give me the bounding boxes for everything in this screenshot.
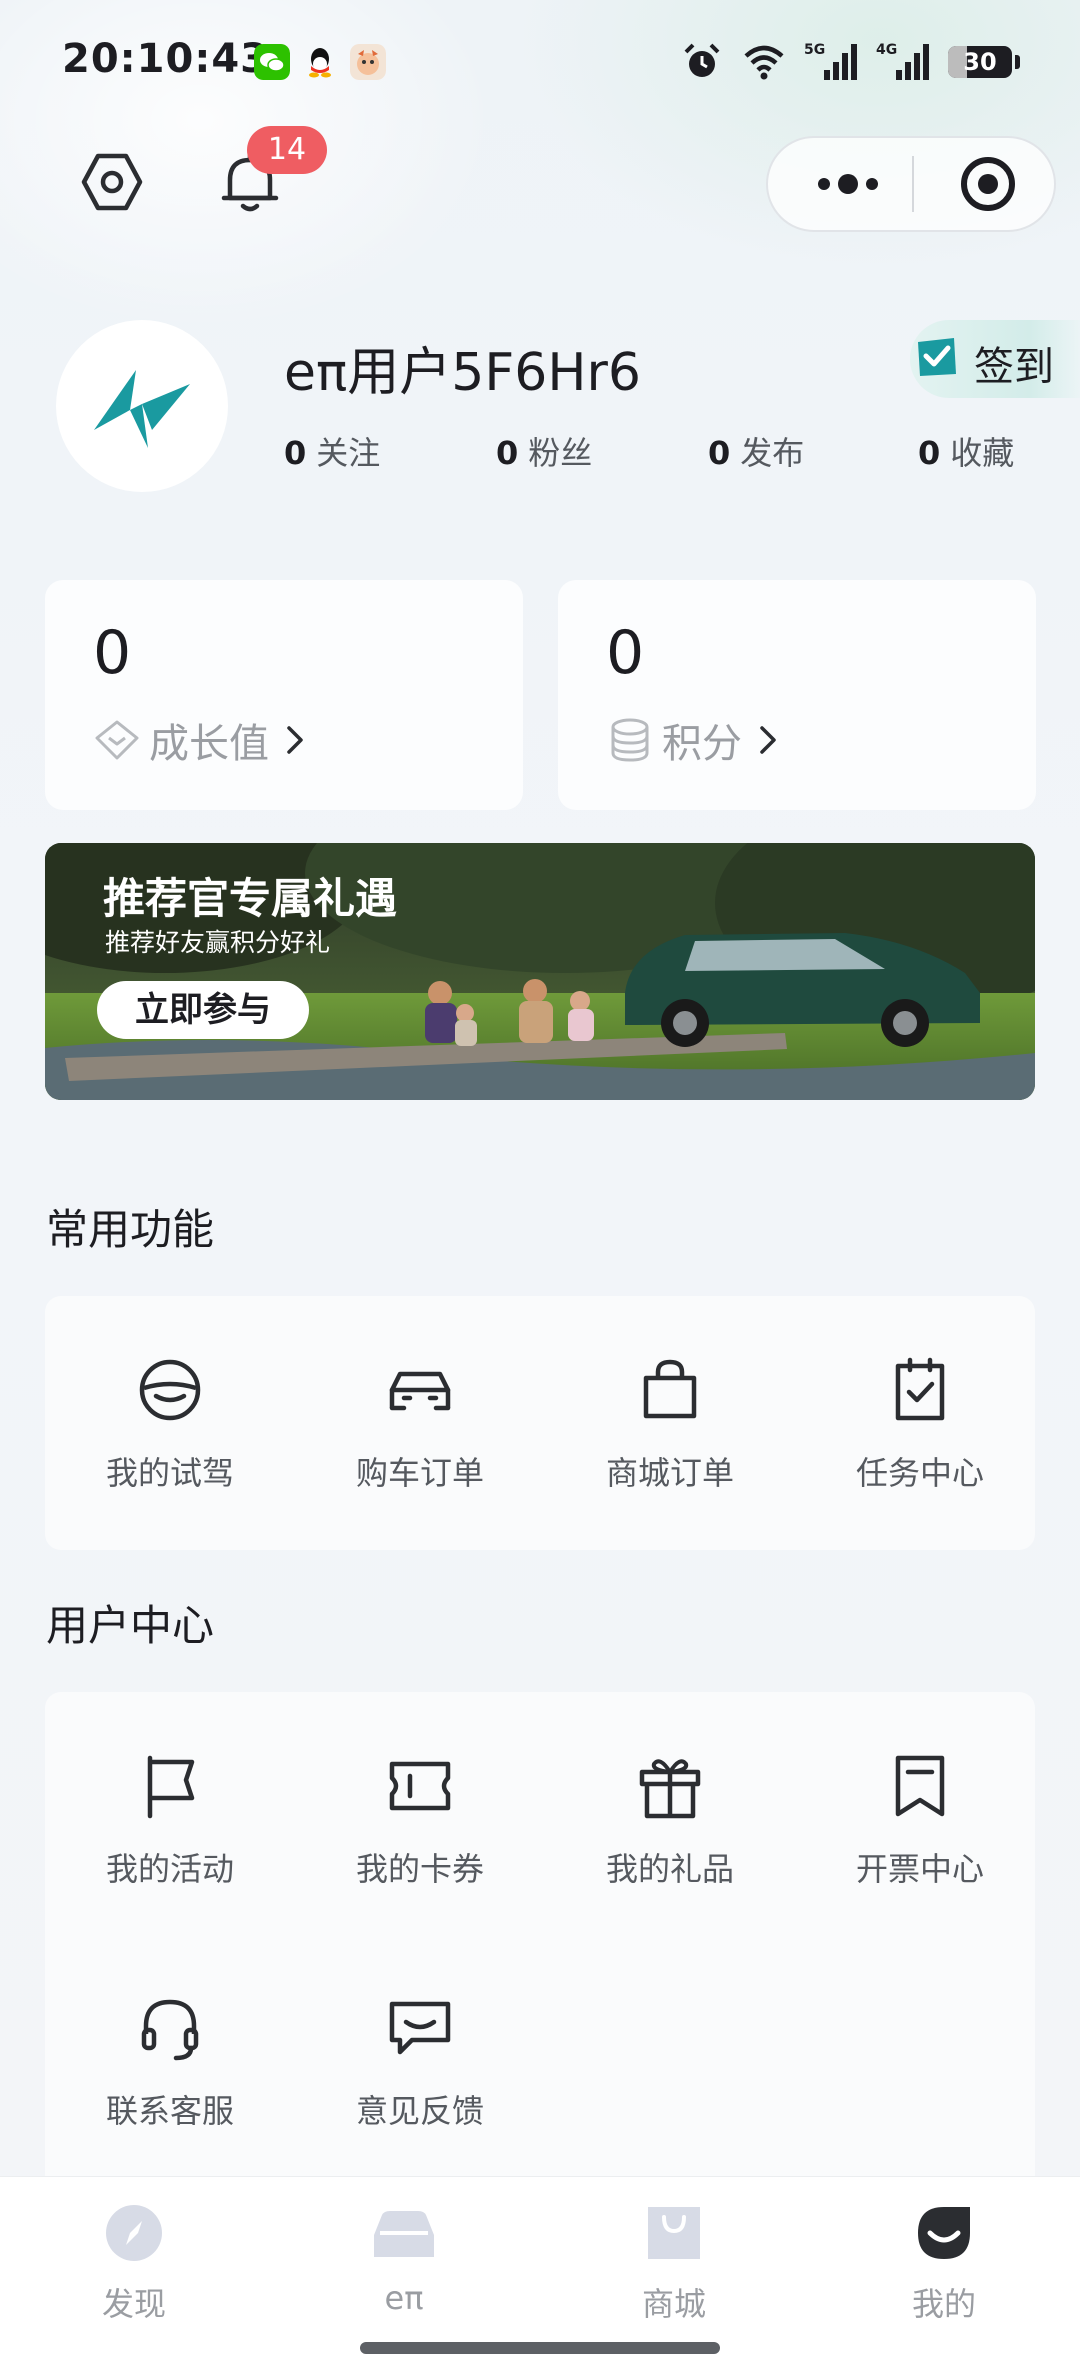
car-orders-item[interactable]: 购车订单	[295, 1354, 545, 1534]
wifi-icon	[744, 45, 784, 80]
mall-orders-item[interactable]: 商城订单	[545, 1354, 795, 1534]
flag-icon	[147, 1755, 195, 1819]
nav-discover[interactable]: 发现	[34, 2203, 234, 2343]
svg-text:5G: 5G	[804, 42, 825, 58]
shopping-bag-icon	[643, 1359, 697, 1419]
chevron-right-icon	[287, 726, 303, 754]
my-test-drive-item[interactable]: 我的试驾	[45, 1354, 295, 1534]
my-coupons-item[interactable]: 我的卡券	[295, 1750, 545, 1930]
coins-icon	[611, 718, 649, 762]
customer-service-item[interactable]: 联系客服	[45, 1992, 295, 2172]
status-time: 20:10:43	[62, 36, 269, 82]
common-functions-title: 常用功能	[46, 1205, 215, 1254]
stat-favorites[interactable]: 0 收藏	[918, 428, 1014, 474]
check-icon	[918, 338, 956, 376]
notification-badge: 14	[247, 126, 327, 174]
common-functions-panel: 我的试驾 购车订单 商城订单 任务中心	[45, 1296, 1035, 1550]
battery-indicator: 30	[948, 44, 1020, 80]
target-close-icon[interactable]	[938, 138, 1038, 230]
more-dots-icon[interactable]	[798, 138, 898, 230]
banner-subtitle: 推荐好友赢积分好礼	[105, 928, 331, 957]
qq-icon	[309, 48, 331, 78]
4g-signal-icon: 4G	[876, 42, 929, 80]
nav-epi[interactable]: eπ	[304, 2203, 504, 2343]
car-front-icon	[374, 2211, 434, 2257]
gift-icon	[639, 1759, 701, 1819]
chevron-right-icon	[760, 726, 776, 754]
user-center-panel: 我的活动 我的卡券 我的礼品 开票中心 联系客服 意见反馈	[45, 1692, 1035, 2192]
hexagon-settings-icon[interactable]	[76, 146, 148, 218]
user-center-title: 用户中心	[46, 1601, 215, 1650]
steering-wheel-icon	[139, 1359, 201, 1421]
feedback-icon	[389, 2001, 451, 2055]
growth-value: 0	[93, 618, 132, 688]
feedback-item[interactable]: 意见反馈	[295, 1992, 545, 2172]
my-gifts-item[interactable]: 我的礼品	[545, 1750, 795, 1930]
signin-button[interactable]: 签到	[910, 320, 1080, 398]
stat-fans[interactable]: 0 粉丝	[496, 428, 592, 474]
clipboard-check-icon	[895, 1357, 945, 1421]
profile-stats: 0 关注 0 粉丝 0 发布 0 收藏	[284, 428, 1044, 478]
banner-title: 推荐官专属礼遇	[103, 874, 398, 923]
mini-program-capsule	[766, 136, 1056, 232]
signin-label: 签到	[974, 344, 1054, 390]
my-activities-item[interactable]: 我的活动	[45, 1750, 295, 1930]
points-value: 0	[606, 618, 645, 688]
home-indicator[interactable]	[360, 2342, 720, 2354]
ticket-icon	[389, 1761, 451, 1811]
headset-icon	[141, 1999, 199, 2061]
status-bar: 20:10:43 5G 4G 30	[0, 0, 1080, 126]
capsule-divider	[912, 156, 914, 212]
growth-value-card[interactable]: 0 成长值	[45, 580, 523, 810]
points-label: 积分	[662, 721, 742, 767]
bag-icon	[648, 2207, 700, 2259]
svg-text:4G: 4G	[876, 42, 897, 58]
task-center-item[interactable]: 任务中心	[795, 1354, 1045, 1534]
alarm-icon	[684, 43, 720, 77]
brand-logo-icon	[94, 370, 190, 448]
username: eπ用户5F6Hr6	[284, 343, 641, 403]
points-card[interactable]: 0 积分	[558, 580, 1036, 810]
nav-mall[interactable]: 商城	[574, 2203, 774, 2343]
wechat-icon	[254, 44, 290, 80]
stat-posts[interactable]: 0 发布	[708, 428, 804, 474]
invoice-center-item[interactable]: 开票中心	[795, 1750, 1045, 1930]
compass-icon	[106, 2205, 162, 2261]
car-icon	[389, 1371, 451, 1411]
game-icon	[350, 44, 386, 80]
profile-smile-icon	[918, 2207, 970, 2259]
join-now-button[interactable]: 立即参与	[97, 981, 309, 1039]
nav-mine[interactable]: 我的	[844, 2203, 1044, 2343]
referral-banner[interactable]: 推荐官专属礼遇 推荐好友赢积分好礼 立即参与	[45, 843, 1035, 1100]
battery-level: 30	[963, 48, 997, 76]
5g-signal-icon: 5G	[804, 42, 857, 80]
receipt-icon	[895, 1755, 945, 1817]
stat-following[interactable]: 0 关注	[284, 428, 380, 474]
avatar[interactable]	[56, 320, 228, 492]
growth-label: 成长值	[149, 721, 269, 767]
diamond-icon	[95, 720, 139, 760]
